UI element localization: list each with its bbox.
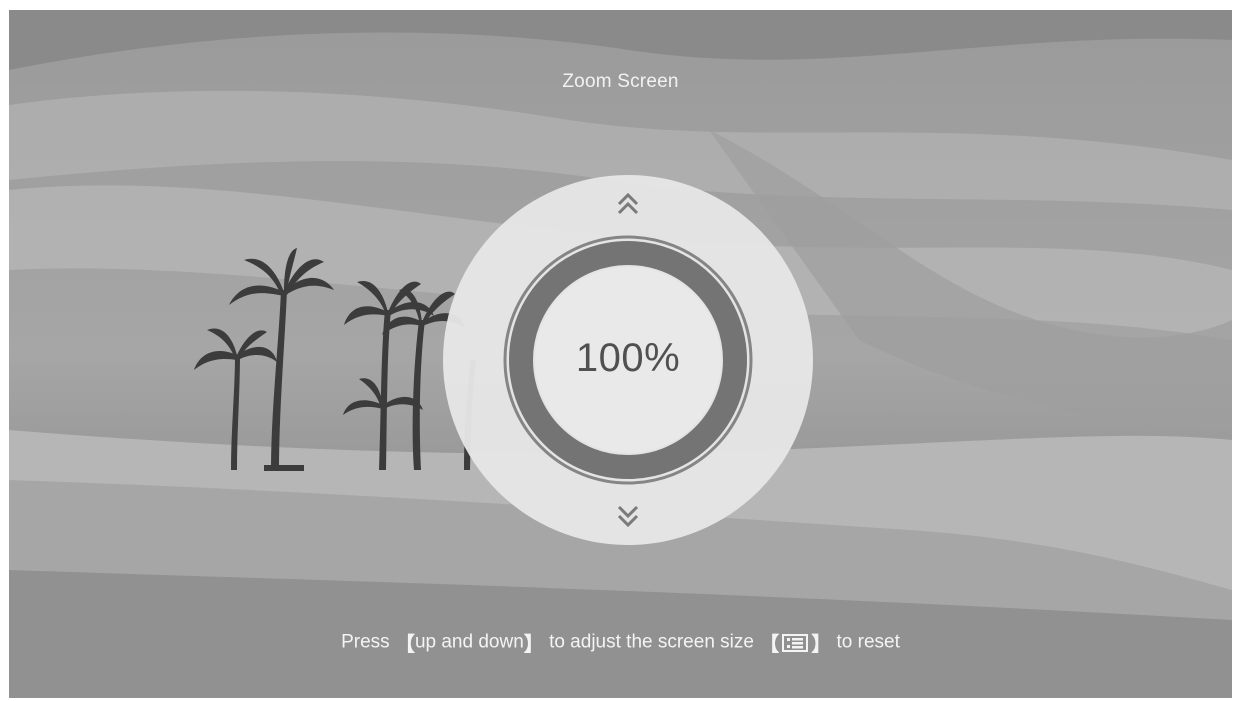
hint-middle: to adjust the screen size <box>549 631 754 653</box>
instruction-hint: Press 【up and down】 to adjust the screen… <box>9 628 1232 657</box>
zoom-value: 100% <box>575 336 681 380</box>
hint-bracket-close-2: 】 <box>811 634 832 656</box>
zoom-in-button[interactable] <box>613 188 643 218</box>
zoom-out-button[interactable] <box>613 502 643 532</box>
menu-key-icon <box>782 633 809 652</box>
hint-prefix: Press <box>341 631 390 653</box>
hint-suffix: to reset <box>836 631 900 653</box>
hint-keys: up and down <box>414 631 524 653</box>
page-title: Zoom Screen <box>562 71 679 92</box>
hint-bracket-open-2: 【 <box>759 634 780 656</box>
hint-bracket-close: 】 <box>523 634 544 656</box>
zoom-dial: 100% <box>442 174 814 546</box>
double-chevron-up-icon <box>617 192 639 215</box>
screen-frame: Zoom Screen 100% Press 【up and down】 to … <box>9 10 1232 698</box>
hint-bracket-open: 【 <box>394 634 415 656</box>
double-chevron-down-icon <box>617 505 639 528</box>
